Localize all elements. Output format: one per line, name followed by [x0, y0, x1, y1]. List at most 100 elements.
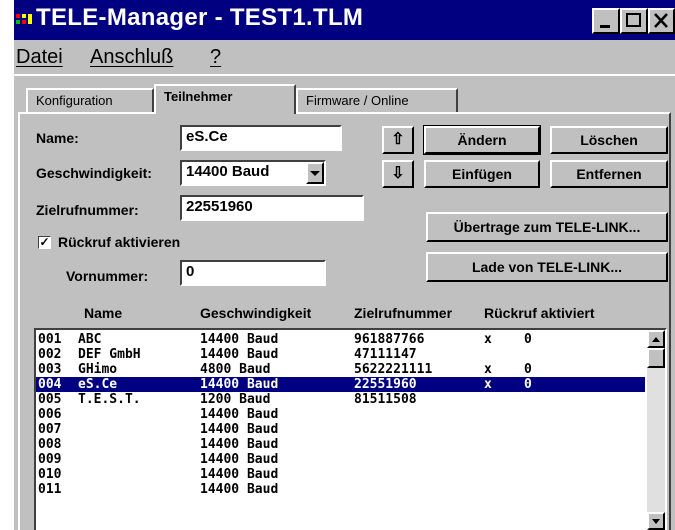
- menu-bar: Datei Anschluß ?: [14, 40, 675, 72]
- callback-checkbox[interactable]: ✓: [38, 236, 51, 249]
- maximize-button[interactable]: [620, 8, 648, 34]
- row-speed: 14400 Baud: [200, 377, 279, 392]
- callback-label: Rückruf aktivieren: [58, 234, 181, 250]
- scroll-up-icon: [652, 337, 660, 342]
- speed-label: Geschwindigkeit:: [36, 165, 152, 181]
- number-label: Zielrufnummer:: [36, 202, 139, 218]
- list-item[interactable]: 005 T.E.S.T. 1200 Baud 81511508: [36, 392, 645, 407]
- change-button[interactable]: Ändern: [423, 125, 541, 155]
- scroll-down-icon: [652, 519, 660, 524]
- row-name: eS.Ce: [78, 377, 118, 392]
- list-item[interactable]: 006 14400 Baud: [36, 407, 645, 422]
- row-id: 004: [38, 377, 62, 392]
- subscriber-list[interactable]: 001 ABC 14400 Baud 961887766 x 0 002 DEF GmbH 14…: [34, 328, 667, 530]
- row-number: 961887766: [354, 332, 425, 347]
- transfer-button[interactable]: Übertrage zum TELE-LINK...: [426, 212, 668, 242]
- list-item[interactable]: 008 14400 Baud: [36, 437, 645, 452]
- left-edge-strip: [0, 0, 15, 530]
- arrow-up-icon: ⇧: [391, 131, 405, 148]
- row-speed: 14400 Baud: [200, 347, 279, 362]
- speed-dropdown-button[interactable]: [306, 162, 324, 184]
- delete-button[interactable]: Löschen: [550, 126, 668, 154]
- column-header-speed: Geschwindigkeit: [200, 305, 312, 321]
- row-id: 001: [38, 332, 62, 347]
- chevron-down-icon: [310, 171, 320, 176]
- list-item[interactable]: 002 DEF GmbH 14400 Baud 47111147: [36, 347, 645, 362]
- app-window: TELE-Manager - TEST1.TLM Datei Anschluß …: [14, 0, 675, 530]
- tab-teilnehmer[interactable]: Teilnehmer: [154, 84, 296, 114]
- scroll-up-button[interactable]: [647, 330, 665, 348]
- menu-datei[interactable]: Datei: [16, 46, 63, 69]
- column-header-callback: Rückruf aktiviert: [484, 305, 595, 321]
- menu-help[interactable]: ?: [210, 46, 221, 69]
- column-header-name: Name: [84, 305, 123, 321]
- row-speed: 14400 Baud: [200, 437, 279, 452]
- list-item[interactable]: 011 14400 Baud: [36, 482, 645, 497]
- scroll-down-button[interactable]: [647, 512, 665, 530]
- row-speed: 14400 Baud: [200, 407, 279, 422]
- row-id: 002: [38, 347, 62, 362]
- tab-konfiguration[interactable]: Konfiguration: [26, 88, 154, 114]
- row-speed: 4800 Baud: [200, 362, 271, 377]
- column-header-number: Zielrufnummer: [354, 305, 453, 321]
- row-speed: 14400 Baud: [200, 452, 279, 467]
- speed-select-value: 14400 Baud: [186, 163, 270, 180]
- move-up-button[interactable]: ⇧: [382, 126, 414, 154]
- row-callback: x: [484, 362, 492, 377]
- move-down-button[interactable]: ⇩: [382, 160, 414, 188]
- row-name: ABC: [78, 332, 102, 347]
- row-number: 47111147: [354, 347, 417, 362]
- close-icon: [654, 13, 668, 28]
- row-prefix: 0: [524, 332, 532, 347]
- row-speed: 14400 Baud: [200, 482, 279, 497]
- row-id: 008: [38, 437, 62, 452]
- row-speed: 14400 Baud: [200, 422, 279, 437]
- prefix-field[interactable]: 0: [180, 260, 326, 286]
- title-bar[interactable]: TELE-Manager - TEST1.TLM: [14, 0, 675, 40]
- row-prefix: 0: [524, 377, 532, 392]
- row-prefix: 0: [524, 362, 532, 377]
- maximize-icon: [626, 13, 641, 27]
- app-icon: [16, 14, 32, 24]
- menu-divider: [14, 74, 675, 76]
- row-id: 011: [38, 482, 62, 497]
- row-number: 5622221111: [354, 362, 433, 377]
- row-id: 005: [38, 392, 62, 407]
- list-item[interactable]: 007 14400 Baud: [36, 422, 645, 437]
- row-callback: x: [484, 332, 492, 347]
- list-item[interactable]: 001 ABC 14400 Baud 961887766 x 0: [36, 332, 645, 347]
- arrow-down-icon: ⇩: [391, 165, 405, 182]
- row-id: 010: [38, 467, 62, 482]
- row-name: DEF GmbH: [78, 347, 141, 362]
- row-number: 22551960: [354, 377, 417, 392]
- speed-select[interactable]: 14400 Baud: [180, 160, 326, 186]
- row-number: 81511508: [354, 392, 417, 407]
- list-item[interactable]: 010 14400 Baud: [36, 467, 645, 482]
- row-id: 009: [38, 452, 62, 467]
- list-item[interactable]: 004 eS.Ce 14400 Baud 22551960 x 0: [36, 377, 645, 392]
- name-field[interactable]: eS.Ce: [180, 125, 342, 151]
- scroll-thumb[interactable]: [647, 348, 665, 368]
- row-id: 006: [38, 407, 62, 422]
- row-name: T.E.S.T.: [78, 392, 141, 407]
- row-speed: 14400 Baud: [200, 467, 279, 482]
- load-button[interactable]: Lade von TELE-LINK...: [426, 252, 668, 282]
- list-scrollbar[interactable]: [647, 330, 665, 530]
- row-id: 007: [38, 422, 62, 437]
- row-speed: 14400 Baud: [200, 332, 279, 347]
- menu-anschluss[interactable]: Anschluß: [90, 46, 173, 69]
- row-id: 003: [38, 362, 62, 377]
- number-field[interactable]: 22551960: [180, 195, 364, 221]
- insert-button[interactable]: Einfügen: [424, 160, 540, 188]
- window-title: TELE-Manager - TEST1.TLM: [36, 4, 364, 31]
- minimize-button[interactable]: [592, 8, 620, 34]
- row-callback: x: [484, 377, 492, 392]
- row-speed: 1200 Baud: [200, 392, 271, 407]
- row-name: GHimo: [78, 362, 118, 377]
- tab-firmware-online[interactable]: Firmware / Online: [296, 88, 458, 114]
- remove-button[interactable]: Entfernen: [550, 160, 668, 188]
- close-button[interactable]: [648, 8, 675, 34]
- minimize-icon: [600, 25, 610, 28]
- list-item[interactable]: 009 14400 Baud: [36, 452, 645, 467]
- list-item[interactable]: 003 GHimo 4800 Baud 5622221111 x 0: [36, 362, 645, 377]
